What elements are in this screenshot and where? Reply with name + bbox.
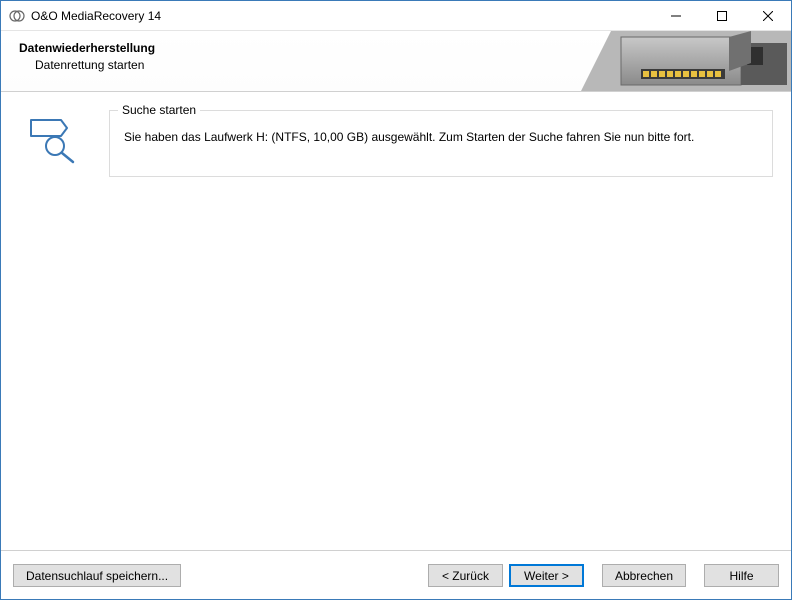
cancel-button[interactable]: Abbrechen (602, 564, 686, 587)
minimize-button[interactable] (653, 1, 699, 30)
window-controls (653, 1, 791, 30)
next-button[interactable]: Weiter > (509, 564, 584, 587)
wizard-content: Suche starten Sie haben das Laufwerk H: … (1, 92, 791, 550)
app-icon (9, 8, 25, 24)
titlebar: O&O MediaRecovery 14 (1, 1, 791, 31)
group-instruction-text: Sie haben das Laufwerk H: (NTFS, 10,00 G… (124, 129, 758, 146)
wizard-footer: Datensuchlauf speichern... < Zurück Weit… (1, 550, 791, 600)
search-drive-icon (25, 114, 81, 167)
help-button[interactable]: Hilfe (704, 564, 779, 587)
wizard-header: Datenwiederherstellung Datenrettung star… (1, 31, 791, 91)
window-title: O&O MediaRecovery 14 (31, 9, 653, 23)
header-graphic (581, 31, 791, 91)
group-title: Suche starten (118, 103, 200, 117)
save-search-button[interactable]: Datensuchlauf speichern... (13, 564, 181, 587)
close-button[interactable] (745, 1, 791, 30)
maximize-button[interactable] (699, 1, 745, 30)
back-button[interactable]: < Zurück (428, 564, 503, 587)
search-start-group: Suche starten Sie haben das Laufwerk H: … (109, 110, 773, 177)
